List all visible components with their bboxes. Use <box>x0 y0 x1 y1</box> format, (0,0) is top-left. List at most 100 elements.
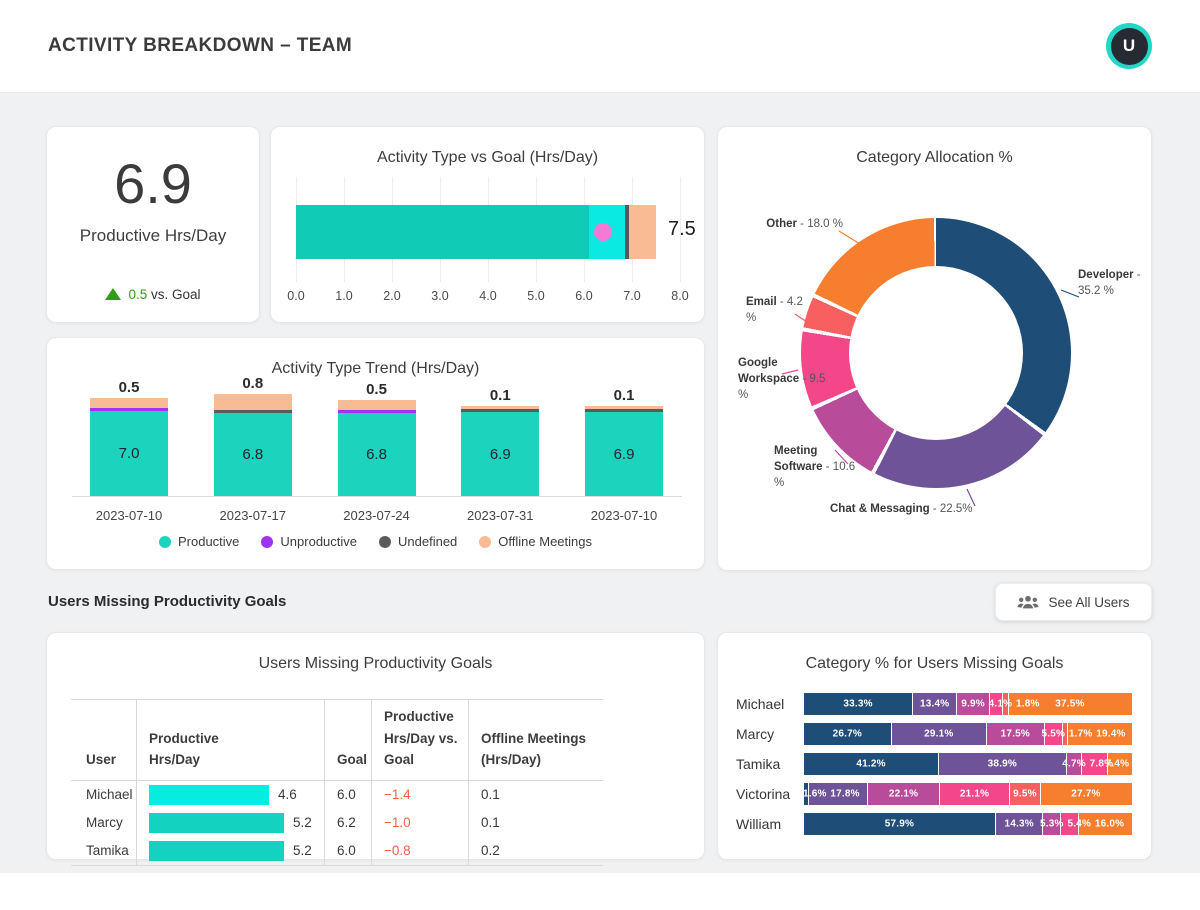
chart-title: Activity Type Trend (Hrs/Day) <box>47 360 704 378</box>
productive-value: 5.2 <box>293 815 312 830</box>
delta-cell: −1.4 <box>371 781 468 809</box>
chart-title: Activity Type vs Goal (Hrs/Day) <box>271 149 704 167</box>
avatar[interactable]: U <box>1106 23 1152 69</box>
trend-date-label: 2023-07-10 <box>90 508 168 523</box>
see-all-users-label: See All Users <box>1048 595 1129 610</box>
goal-cell: 6.2 <box>324 809 371 837</box>
offline-cell: 0.1 <box>468 781 603 809</box>
axis-tick-label: 2.0 <box>372 289 412 303</box>
legend-dot <box>379 536 391 548</box>
user-name-cell: Marcy <box>71 809 136 837</box>
stacked-row: Michael33.3%13.4%9.9%4.1%1.8%37.5% <box>736 693 1132 715</box>
trend-chart-plot: 0.57.00.86.80.56.80.16.90.16.9 <box>90 384 663 496</box>
offline-cell: 0.2 <box>468 837 603 865</box>
stacked-row-name: Michael <box>736 696 804 712</box>
stacked-bars: Michael33.3%13.4%9.9%4.1%1.8%37.5%Marcy2… <box>736 693 1132 843</box>
axis-tick-label: 6.0 <box>564 289 604 303</box>
legend-label: Offline Meetings <box>498 534 592 549</box>
goal-bar-segment-productive <box>296 205 589 259</box>
axis-tick-label: 5.0 <box>516 289 556 303</box>
kpi-delta-value: 0.5 <box>128 287 147 302</box>
trend-date-label: 2023-07-10 <box>585 508 663 523</box>
stacked-segment-label: 16.0% <box>1095 819 1124 830</box>
donut-slice-label: Google Workspace - 9.5 % <box>738 355 828 403</box>
axis-tick-label: 3.0 <box>420 289 460 303</box>
kpi-label: Productive Hrs/Day <box>47 226 259 246</box>
category-stacked-card: Category % for Users Missing Goals Micha… <box>717 632 1152 860</box>
trend-bar: 0.16.9 <box>461 387 539 496</box>
donut-slice-label: Meeting Software - 10.6 % <box>774 443 860 491</box>
axis-tick-label: 8.0 <box>660 289 700 303</box>
legend-label: Unproductive <box>280 534 357 549</box>
trend-segment-productive: 6.9 <box>585 412 663 496</box>
stacked-segment-label: 4.1% <box>989 699 1013 710</box>
trend-segment-offline-meetings <box>90 398 168 408</box>
productive-value: 5.2 <box>293 843 312 858</box>
see-all-users-button[interactable]: See All Users <box>995 583 1152 621</box>
stacked-segment-label: 13.4% <box>920 699 949 710</box>
stacked-row: Tamika41.2%38.9%4.7%7.8%7.4% <box>736 753 1132 775</box>
stacked-row-name: William <box>736 816 804 832</box>
stacked-segment-label: 5.3% <box>1040 819 1064 830</box>
trend-bar: 0.5 7.0 <box>90 379 168 496</box>
stacked-segment-label: 41.2% <box>856 759 885 770</box>
stacked-row-name: Victorina <box>736 786 804 802</box>
legend-dot <box>479 536 491 548</box>
stacked-segment-label: 4.7% <box>1062 759 1086 770</box>
delta-cell: −1.0 <box>371 809 468 837</box>
users-table: UserProductiveHrs/DayGoalProductiveHrs/D… <box>71 699 603 866</box>
stacked-segment-label: 9.5% <box>1013 789 1037 800</box>
trend-bar: 0.16.9 <box>585 387 663 496</box>
kpi-delta: 0.5 vs. Goal <box>47 287 259 302</box>
productive-value: 4.6 <box>278 787 297 802</box>
kpi-card: 6.9 Productive Hrs/Day 0.5 vs. Goal <box>46 126 260 323</box>
stacked-row: William57.9%14.3%5.3%5.4%16.0% <box>736 813 1132 835</box>
legend-dot <box>159 536 171 548</box>
offline-cell: 0.1 <box>468 809 603 837</box>
table-header-cell: Goal <box>324 700 371 781</box>
stacked-segment-label: 5.5% <box>1041 729 1065 740</box>
productive-bar-cell: 5.2 <box>136 809 324 837</box>
legend-item: Undefined <box>379 534 457 549</box>
x-axis-labels: 2023-07-102023-07-172023-07-242023-07-31… <box>90 508 663 523</box>
stacked-row-name: Tamika <box>736 756 804 772</box>
legend-item: Unproductive <box>261 534 357 549</box>
stacked-segment-label: 29.1% <box>924 729 953 740</box>
productive-bar <box>149 841 284 861</box>
avatar-initial: U <box>1111 28 1148 65</box>
user-name-cell: Tamika <box>71 837 136 865</box>
stacked-segment-label: 57.9% <box>885 819 914 830</box>
legend-item: Productive <box>159 534 239 549</box>
stacked-bar: 33.3%13.4%9.9%4.1%1.8%37.5% <box>804 693 1132 715</box>
trend-chart-card: Activity Type Trend (Hrs/Day) 0.5 7.0 0.86… <box>46 337 705 570</box>
trend-date-label: 2023-07-24 <box>338 508 416 523</box>
trend-segment-offline-meetings <box>214 394 292 410</box>
stacked-segment-label: 1.6% <box>803 789 827 800</box>
legend: Productive Unproductive Undefined Offline M… <box>47 534 704 549</box>
table-header-cell: User <box>71 700 136 781</box>
trend-bar: 0.86.8 <box>214 375 292 496</box>
stacked-segment-label: 33.3% <box>843 699 872 710</box>
goal-total-label: 7.5 <box>668 218 696 241</box>
trend-date-label: 2023-07-17 <box>214 508 292 523</box>
trend-bar-top-label: 0.5 <box>90 379 168 396</box>
productive-bar <box>149 785 269 805</box>
trend-segment-offline-meetings <box>338 400 416 410</box>
page-title: ACTIVITY BREAKDOWN – TEAM <box>48 35 352 57</box>
goal-chart-plot: 0.01.02.03.04.05.06.07.08.07.5 <box>296 177 680 307</box>
section-title: Users Missing Productivity Goals <box>48 593 286 610</box>
trend-bar-top-label: 0.1 <box>461 387 539 404</box>
stacked-segment-label: 21.1% <box>960 789 989 800</box>
goal-bar-segment-offline-meetings <box>629 205 656 259</box>
stacked-segment-label: 22.1% <box>889 789 918 800</box>
productive-bar <box>149 813 284 833</box>
trend-segment-productive: 7.0 <box>90 411 168 496</box>
goal-cell: 6.0 <box>324 837 371 865</box>
trend-bar: 0.56.8 <box>338 381 416 496</box>
trend-bar-top-label: 0.1 <box>585 387 663 404</box>
users-table-card: Users Missing Productivity Goals UserPro… <box>46 632 705 860</box>
donut-slice-label: Email - 4.2 % <box>746 294 808 326</box>
stacked-row: Victorina1.6%17.8%22.1%21.1%9.5%27.7% <box>736 783 1132 805</box>
stacked-bar: 57.9%14.3%5.3%5.4%16.0% <box>804 813 1132 835</box>
stacked-segment-label: 17.5% <box>1001 729 1030 740</box>
